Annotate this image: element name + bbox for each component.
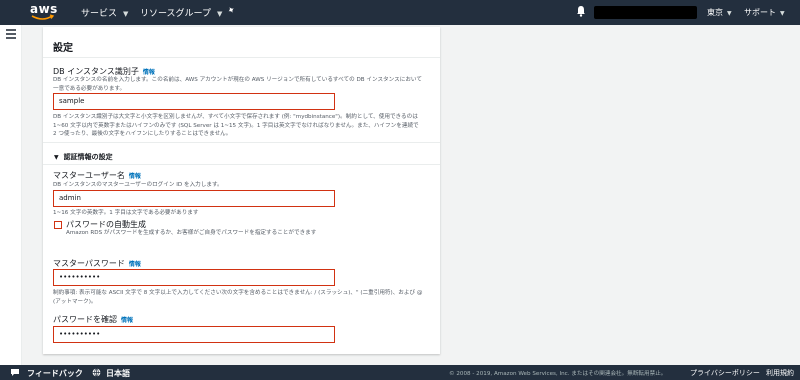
pushpin-icon[interactable]: ✦ [226,5,238,17]
confirm-password-input[interactable]: •••••••••• [53,326,335,343]
chevron-down-icon: ▼ [780,10,785,17]
master-password-label: マスターパスワード 情報 [53,258,141,269]
credentials-section-title: 認証情報の設定 [63,153,113,161]
aws-smile-icon [31,14,55,20]
divider [43,164,440,165]
resource-groups-menu[interactable]: リソースグループ ▼ [140,6,222,19]
bell-icon[interactable] [576,5,586,17]
chevron-down-icon: ▼ [123,10,129,18]
auto-generate-password-description: Amazon RDS がパスワードを生成するか、お客様がご自身でパスワードを指定… [66,230,317,236]
region-menu[interactable]: 東京 ▼ [707,7,732,18]
chevron-down-icon: ▼ [217,10,223,18]
confirm-password-label: パスワードを確認 情報 [53,314,133,325]
auto-generate-password-checkbox[interactable] [54,221,62,229]
chevron-down-icon: ▼ [727,10,732,17]
info-link[interactable]: 情報 [143,69,155,76]
master-password-label-text: マスターパスワード [53,259,125,268]
db-identifier-constraints: DB インスタンス識別子は大文字と小文字を区別しませんが、すべて小文字で保存され… [53,114,419,137]
caret-down-icon: ▼ [54,154,59,161]
language-selector[interactable]: 日本語 [106,368,130,379]
top-navigation: aws サービス ▼ リソースグループ ▼ ✦ 東京 ▼ サポート ▼ [0,0,800,25]
settings-panel: 設定 DB インスタンス識別子 情報 DB インスタンスの名前を入力します。この名… [43,27,440,354]
services-label: サービス [81,9,118,19]
master-username-description: DB インスタンスのマスターユーザーのログイン ID を入力します。 [53,182,223,188]
services-menu[interactable]: サービス ▼ [81,6,128,19]
db-identifier-input[interactable]: sample [53,93,335,110]
panel-title: 設定 [53,43,73,54]
copyright-text: © 2008 - 2019, Amazon Web Services, Inc.… [449,371,667,377]
feedback-link[interactable]: フィードバック [27,368,83,379]
support-label: サポート [744,8,776,17]
hamburger-icon[interactable] [6,29,16,39]
divider [43,57,440,58]
master-password-input[interactable]: •••••••••• [53,269,335,286]
privacy-policy-link[interactable]: プライバシーポリシー [690,368,760,378]
db-identifier-label-text: DB インスタンス識別子 [53,67,139,76]
master-password-constraints: 制約事項: 表示可能な ASCII 文字で 8 文字以上で入力してください次の文… [53,290,423,305]
aws-logo[interactable]: aws [30,1,62,23]
account-menu[interactable] [594,6,697,19]
info-link[interactable]: 情報 [121,317,133,324]
info-link[interactable]: 情報 [129,173,141,180]
divider [43,142,440,143]
master-username-label-text: マスターユーザー名 [53,171,125,180]
master-username-input[interactable]: admin [53,190,335,207]
support-menu[interactable]: サポート ▼ [744,7,785,18]
master-username-label: マスターユーザー名 情報 [53,170,141,181]
side-rail [0,25,22,365]
region-label: 東京 [707,8,723,17]
master-username-constraints: 1~16 文字の英数字。1 字目は文字である必要があります [53,210,199,216]
globe-icon [92,368,101,377]
db-identifier-description: DB インスタンスの名前を入力します。この名前は、AWS アカウントが現在の A… [53,77,422,92]
resource-groups-label: リソースグループ [140,9,212,19]
confirm-password-label-text: パスワードを確認 [53,315,117,324]
footer: フィードバック 日本語 © 2008 - 2019, Amazon Web Se… [0,365,800,380]
terms-link[interactable]: 利用規約 [766,368,794,378]
speech-bubble-icon [11,369,19,376]
credentials-section-toggle[interactable]: ▼ 認証情報の設定 [54,152,113,162]
info-link[interactable]: 情報 [129,261,141,268]
